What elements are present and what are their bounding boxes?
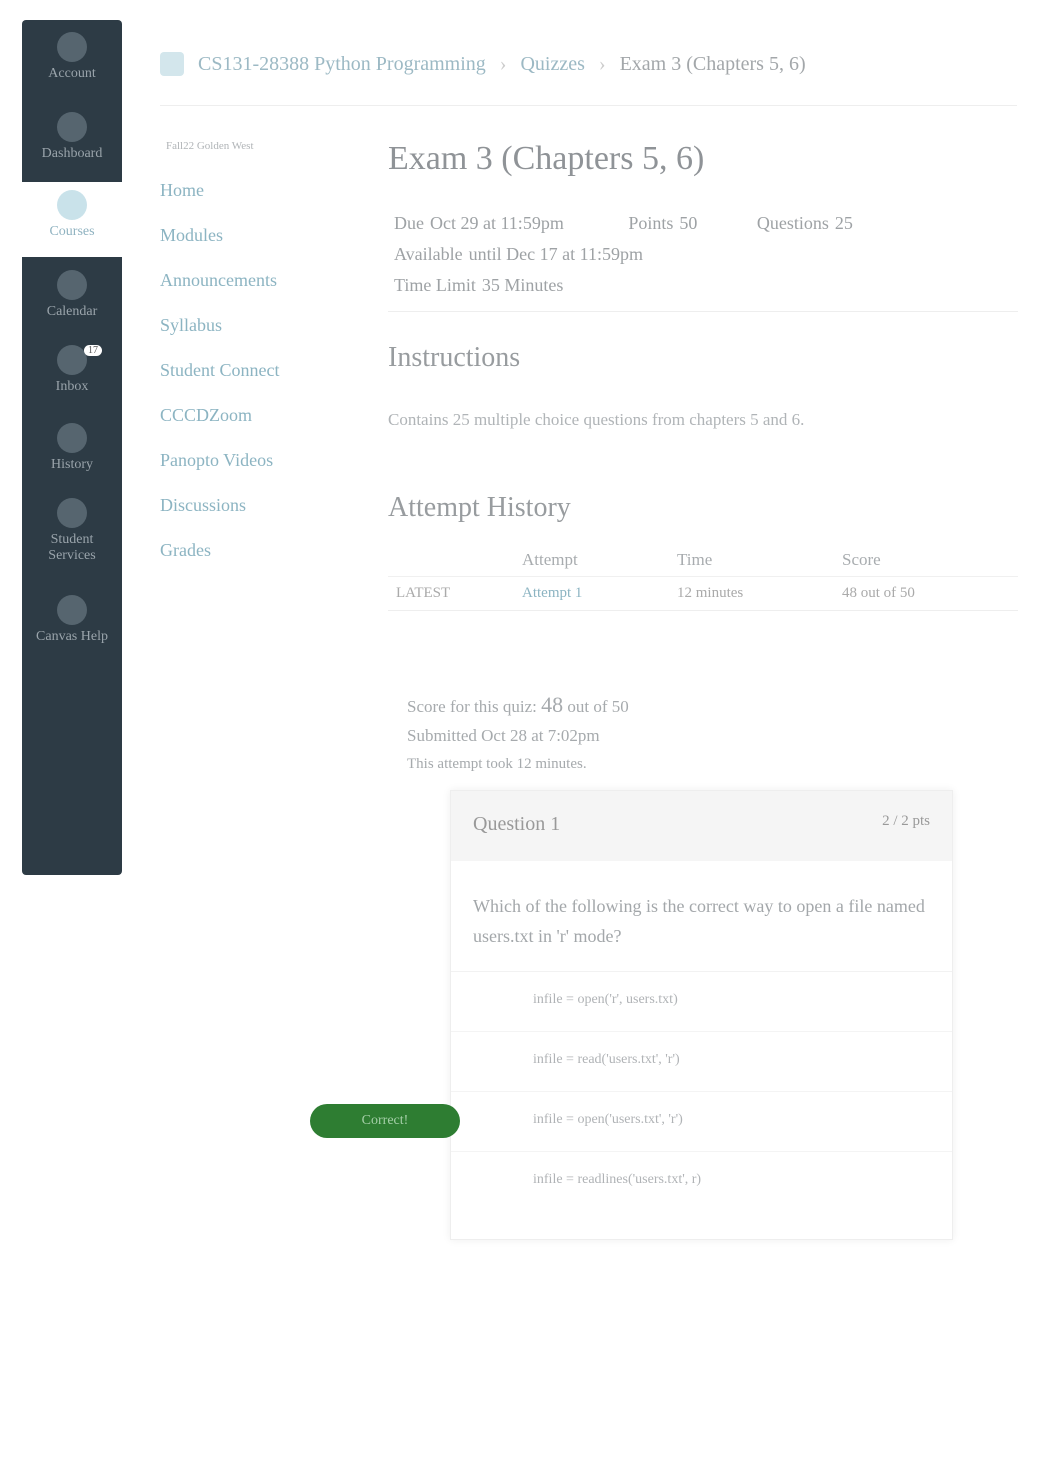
attempt-history-table: Attempt Time Score LATEST Attempt 1 12 minut… — [388, 544, 1018, 611]
course-term: Fall22 Golden West — [166, 140, 254, 152]
menu-toggle-icon[interactable] — [160, 52, 184, 76]
answer-option: infile = open('r', users.txt) — [451, 972, 952, 1032]
question-card: Question 1 2 / 2 pts Which of the followi… — [450, 790, 953, 1240]
question-points: 2 / 2 pts — [882, 813, 930, 829]
attempt-score: 48 out of 50 — [842, 576, 1018, 611]
attempt-history-heading: Attempt History — [388, 492, 571, 523]
col-header: Attempt — [522, 550, 578, 569]
course-nav: Fall22 Golden West Home Modules Announce… — [160, 140, 280, 585]
questions-value: 25 — [834, 213, 853, 233]
quiz-summary: Score for this quiz: 48 out of 50 Submit… — [407, 690, 629, 779]
page-title: Exam 3 (Chapters 5, 6) — [388, 140, 705, 177]
global-nav-student-services[interactable]: Student Services — [22, 498, 122, 564]
divider — [160, 105, 1017, 106]
global-nav-inbox[interactable]: 17 Inbox — [22, 345, 122, 395]
time-limit-label: Time Limit — [394, 275, 476, 295]
clock-icon — [57, 423, 87, 453]
question-text: Which of the following is the correct wa… — [451, 861, 952, 972]
quiz-meta: Due Oct 29 at 11:59pm Points 50 Questions 2… — [388, 208, 1018, 301]
submitted-text: Submitted Oct 28 at 7:02pm — [407, 726, 600, 745]
score-out-of: out of 50 — [567, 697, 629, 716]
dashboard-icon — [57, 112, 87, 142]
col-header: Score — [842, 550, 881, 569]
col-header — [388, 544, 522, 577]
question-title: Question 1 — [473, 813, 561, 835]
chevron-right-icon: › — [598, 52, 606, 75]
course-nav-announcements[interactable]: Announcements — [160, 270, 280, 315]
table-row: LATEST Attempt 1 12 minutes 48 out of 50 — [388, 576, 1018, 611]
available-label: Available — [394, 244, 463, 264]
available-value: until Dec 17 at 11:59pm — [468, 244, 643, 264]
latest-tag: LATEST — [388, 576, 522, 611]
instructions-text: Contains 25 multiple choice questions fr… — [388, 410, 805, 429]
breadcrumb-course[interactable]: CS131-28388 Python Programming — [198, 53, 486, 76]
attempt-time: 12 minutes — [677, 576, 842, 611]
course-nav-grades[interactable]: Grades — [160, 540, 280, 585]
col-header: Time — [677, 550, 713, 569]
global-nav: Account Dashboard Courses Calendar 17 Inb… — [22, 20, 122, 875]
answer-option: infile = readlines('users.txt', r) — [533, 1172, 702, 1187]
help-icon — [57, 595, 87, 625]
course-nav-home[interactable]: Home — [160, 180, 280, 225]
inbox-badge: 17 — [84, 345, 102, 356]
chevron-right-icon: › — [499, 52, 507, 75]
global-nav-dashboard[interactable]: Dashboard — [22, 112, 122, 162]
global-nav-account[interactable]: Account — [22, 32, 122, 82]
correct-answer-badge: Correct! — [310, 1104, 460, 1138]
global-nav-help[interactable]: Canvas Help — [22, 595, 122, 645]
course-nav-discussions[interactable]: Discussions — [160, 495, 280, 540]
course-nav-panopto[interactable]: Panopto Videos — [160, 450, 280, 495]
user-icon — [57, 32, 87, 62]
instructions-heading: Instructions — [388, 342, 521, 373]
breadcrumb-current: Exam 3 (Chapters 5, 6) — [619, 52, 806, 75]
global-nav-courses[interactable]: Courses — [22, 182, 122, 257]
star-icon — [57, 498, 87, 528]
score-value: 48 — [541, 692, 564, 717]
attempt-link[interactable]: Attempt 1 — [522, 585, 582, 601]
due-value: Oct 29 at 11:59pm — [430, 213, 564, 233]
course-nav-syllabus[interactable]: Syllabus — [160, 315, 280, 360]
questions-label: Questions — [756, 213, 829, 233]
quiz-main: Exam 3 (Chapters 5, 6) Due Oct 29 at 11:5… — [388, 140, 1018, 611]
breadcrumb: CS131-28388 Python Programming › Quizzes… — [160, 52, 806, 76]
course-nav-modules[interactable]: Modules — [160, 225, 280, 270]
book-icon — [57, 190, 87, 220]
course-nav-student-connect[interactable]: Student Connect — [160, 360, 280, 405]
global-nav-calendar[interactable]: Calendar — [22, 270, 122, 320]
answer-option-correct: infile = open('users.txt', 'r') — [451, 1092, 952, 1152]
answer-option: infile = read('users.txt', 'r') — [451, 1032, 952, 1092]
course-nav-zoom[interactable]: CCCDZoom — [160, 405, 280, 450]
points-label: Points — [628, 213, 674, 233]
global-nav-history[interactable]: History — [22, 423, 122, 473]
calendar-icon — [57, 270, 87, 300]
inbox-icon — [57, 345, 87, 375]
points-value: 50 — [679, 213, 698, 233]
score-label: Score for this quiz: — [407, 697, 537, 716]
breadcrumb-quizzes[interactable]: Quizzes — [520, 53, 584, 76]
time-limit-value: 35 Minutes — [481, 275, 564, 295]
duration-text: This attempt took 12 minutes. — [407, 756, 587, 772]
due-label: Due — [394, 213, 424, 233]
